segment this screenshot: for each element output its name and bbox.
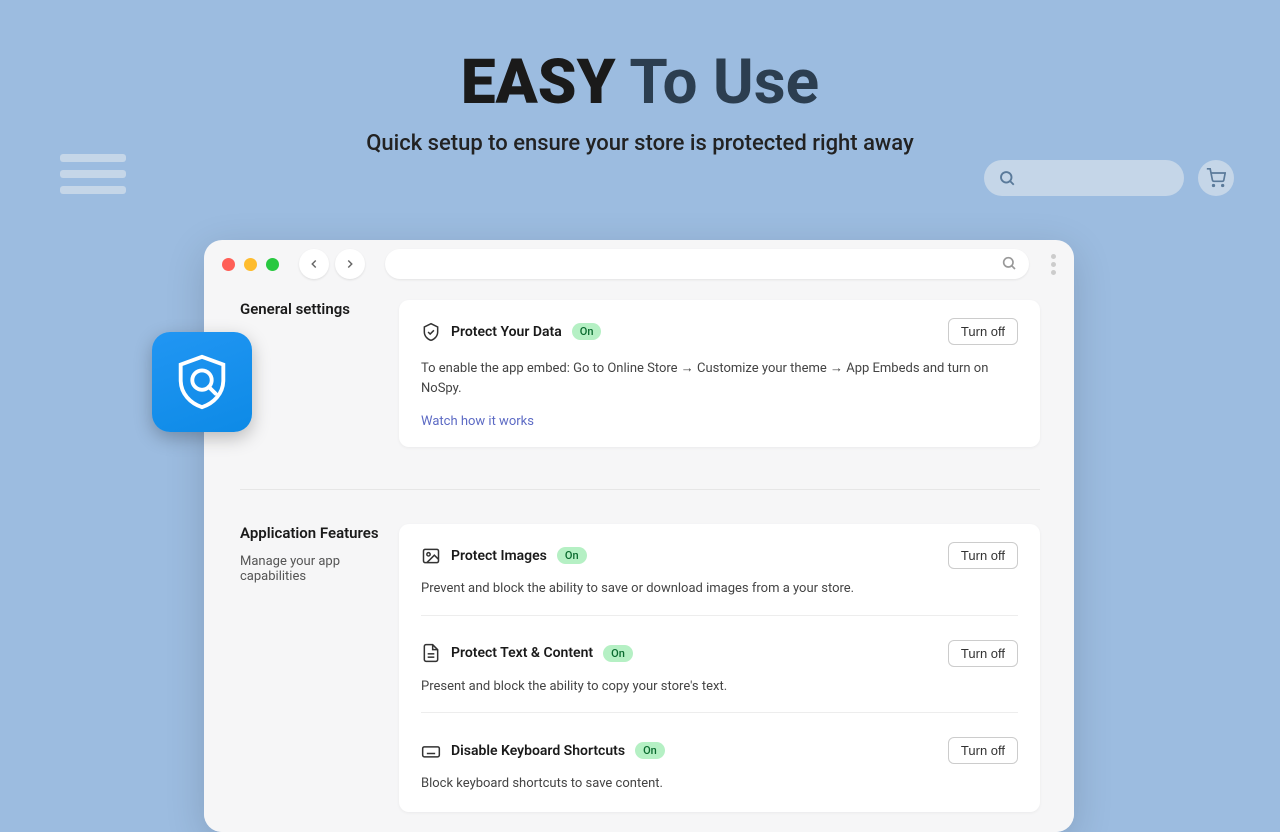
minimize-dot[interactable] (244, 258, 257, 271)
hero-title: EASY To Use (0, 0, 1280, 119)
hero-title-bold: EASY (461, 46, 616, 119)
protect-data-title: Protect Your Data (451, 324, 562, 340)
watch-how-link[interactable]: Watch how it works (421, 414, 1018, 429)
disable-keyboard-toggle[interactable]: Turn off (948, 737, 1018, 764)
close-dot[interactable] (222, 258, 235, 271)
cart-icon (1206, 168, 1226, 188)
file-text-icon (421, 643, 441, 663)
features-card: Protect Images On Turn off Prevent and b… (399, 524, 1040, 812)
back-button[interactable] (299, 249, 329, 279)
browser-window: General settings Protect Your Data On Tu… (204, 240, 1074, 832)
image-icon (421, 546, 441, 566)
protect-images-toggle[interactable]: Turn off (948, 542, 1018, 569)
cart-button[interactable] (1198, 160, 1234, 196)
arrow-forward-icon (343, 257, 357, 271)
browser-titlebar (204, 240, 1074, 288)
app-features-title: Application Features (240, 524, 399, 542)
search-icon (998, 169, 1016, 187)
disable-keyboard-desc: Block keyboard shortcuts to save content… (421, 774, 1018, 794)
protect-images-title: Protect Images (451, 548, 547, 564)
app-features-desc: Manage your app capabilities (240, 554, 399, 584)
forward-button[interactable] (335, 249, 365, 279)
protect-text-desc: Present and block the ability to copy yo… (421, 677, 1018, 697)
protect-images-badge: On (557, 547, 587, 564)
protect-text-toggle[interactable]: Turn off (948, 640, 1018, 667)
shield-check-icon (421, 322, 441, 342)
disable-keyboard-title: Disable Keyboard Shortcuts (451, 743, 625, 759)
hero-title-rest: To Use (629, 46, 819, 119)
keyboard-icon (421, 741, 441, 761)
disable-keyboard-badge: On (635, 742, 665, 759)
protect-text-title: Protect Text & Content (451, 645, 593, 661)
search-input[interactable] (984, 160, 1184, 196)
hamburger-icon[interactable] (60, 154, 126, 194)
hero-subtitle: Quick setup to ensure your store is prot… (0, 131, 1280, 156)
maximize-dot[interactable] (266, 258, 279, 271)
protect-text-badge: On (603, 645, 633, 662)
window-controls (222, 258, 279, 271)
protect-data-desc: To enable the app embed: Go to Online St… (421, 359, 1018, 398)
general-settings-title: General settings (240, 300, 399, 318)
protect-data-card: Protect Your Data On Turn off To enable … (399, 300, 1040, 447)
protect-text-block: Protect Text & Content On Turn off Prese… (399, 634, 1040, 732)
url-bar[interactable] (385, 249, 1029, 279)
protect-data-toggle[interactable]: Turn off (948, 318, 1018, 345)
protect-data-badge: On (572, 323, 602, 340)
app-logo (152, 332, 252, 432)
protect-images-desc: Prevent and block the ability to save or… (421, 579, 1018, 599)
section-divider (240, 489, 1040, 490)
arrow-back-icon (307, 257, 321, 271)
protect-images-block: Protect Images On Turn off Prevent and b… (399, 524, 1040, 634)
browser-menu-icon[interactable] (1051, 254, 1056, 275)
url-search-icon (1001, 255, 1017, 271)
disable-keyboard-block: Disable Keyboard Shortcuts On Turn off B… (399, 731, 1040, 812)
